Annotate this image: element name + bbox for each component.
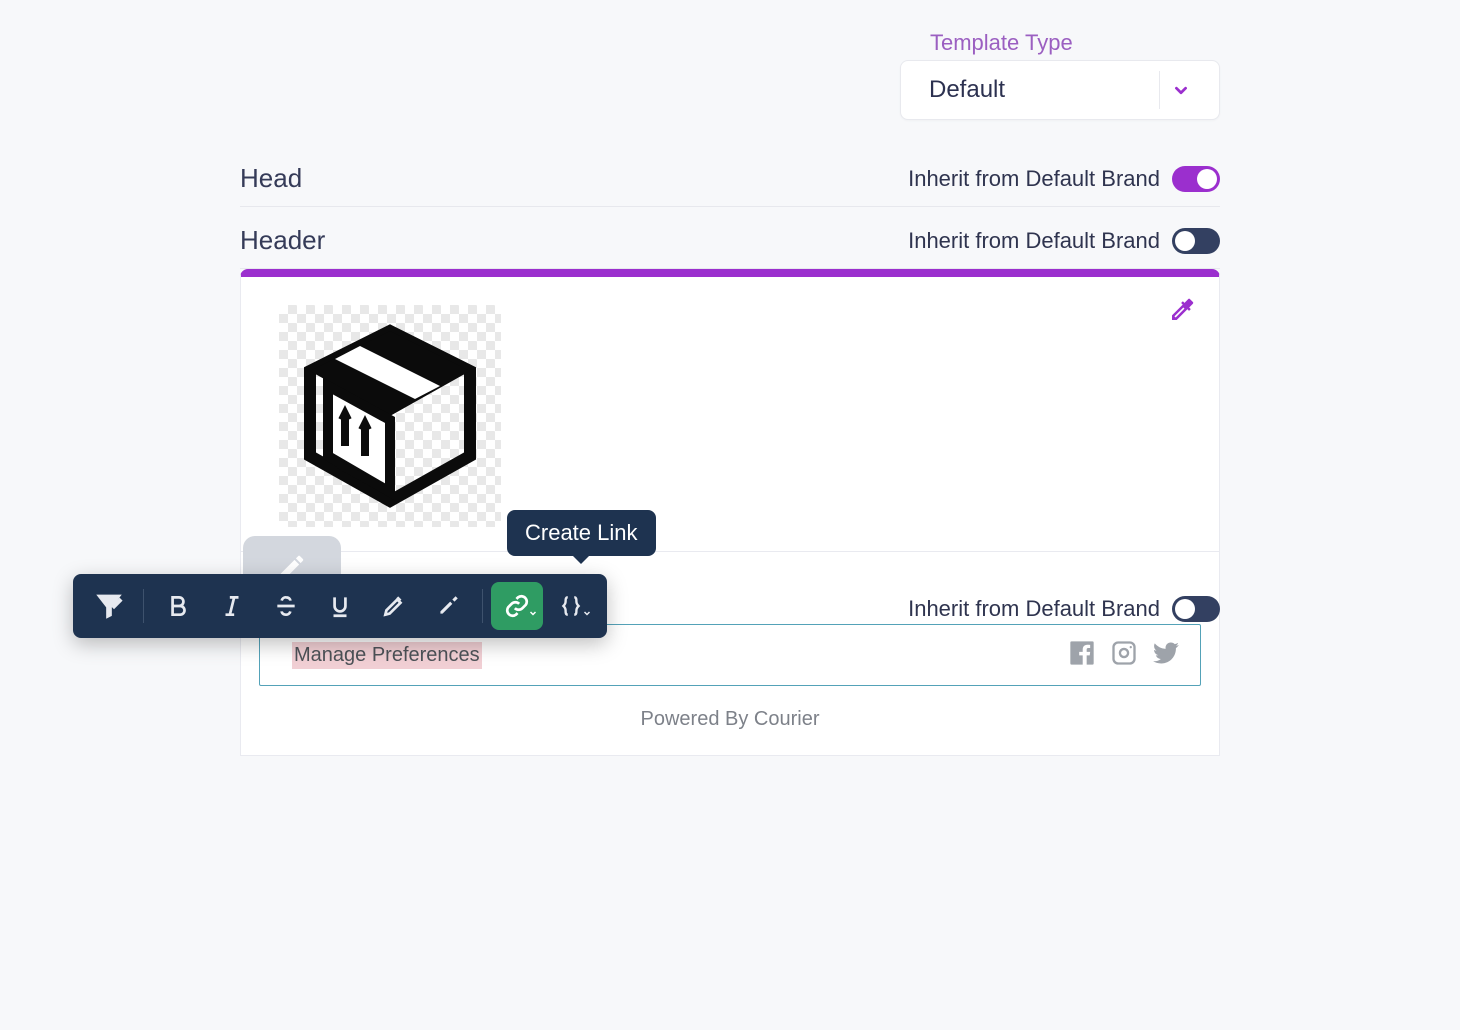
color-picker-button[interactable] — [1167, 295, 1197, 330]
chevron-down-icon — [527, 606, 539, 624]
chevron-down-icon — [1159, 71, 1201, 109]
text-format-toolbar — [73, 574, 607, 638]
head-inherit-toggle[interactable] — [1172, 166, 1220, 192]
header-inherit: Inherit from Default Brand — [908, 228, 1220, 254]
instagram-icon[interactable] — [1110, 639, 1138, 672]
powered-by-text: Powered By Courier — [259, 708, 1201, 731]
template-type-selector: Template Type Default — [900, 30, 1220, 120]
facebook-icon[interactable] — [1068, 639, 1096, 672]
filter-button[interactable] — [83, 582, 135, 630]
section-head-row: Head Inherit from Default Brand — [240, 145, 1220, 207]
bold-button[interactable] — [152, 582, 204, 630]
section-header-title: Header — [240, 225, 325, 256]
template-type-label: Template Type — [900, 30, 1220, 56]
section-header-row: Header Inherit from Default Brand — [240, 207, 1220, 269]
brand-logo-image[interactable] — [279, 305, 501, 527]
strikethrough-button[interactable] — [260, 582, 312, 630]
head-inherit: Inherit from Default Brand — [908, 166, 1220, 192]
underline-button[interactable] — [314, 582, 366, 630]
variable-button[interactable] — [545, 582, 597, 630]
footer-inherit-label: Inherit from Default Brand — [908, 596, 1160, 622]
create-link-tooltip: Create Link — [507, 510, 656, 556]
template-type-value: Default — [929, 76, 1005, 104]
toolbar-divider — [143, 589, 144, 623]
twitter-icon[interactable] — [1152, 639, 1180, 672]
toolbar-divider — [482, 589, 483, 623]
italic-button[interactable] — [206, 582, 258, 630]
template-type-dropdown[interactable]: Default — [900, 60, 1220, 120]
text-color-button[interactable] — [422, 582, 474, 630]
header-inherit-toggle[interactable] — [1172, 228, 1220, 254]
footer-inherit-toggle[interactable] — [1172, 596, 1220, 622]
footer-link-text[interactable]: Manage Preferences — [292, 642, 482, 669]
head-inherit-label: Inherit from Default Brand — [908, 166, 1160, 192]
chevron-down-icon — [97, 585, 131, 624]
footer-inherit: Inherit from Default Brand — [908, 596, 1220, 622]
highlight-button[interactable] — [368, 582, 420, 630]
section-head-title: Head — [240, 163, 302, 194]
link-button[interactable] — [491, 582, 543, 630]
header-inherit-label: Inherit from Default Brand — [908, 228, 1160, 254]
social-icons — [1068, 639, 1180, 672]
chevron-down-icon — [581, 606, 593, 624]
header-preview-card — [240, 269, 1220, 552]
